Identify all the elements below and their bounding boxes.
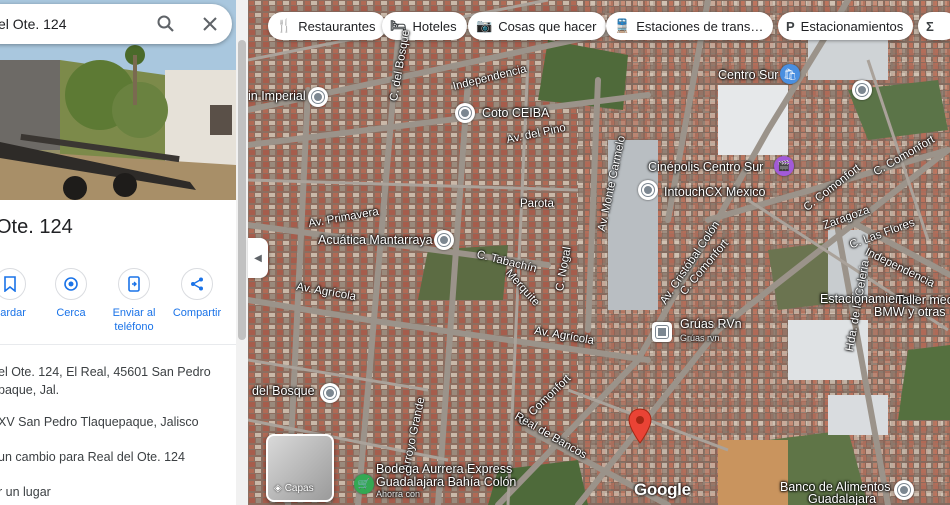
poi-marker[interactable] — [894, 480, 914, 500]
poi-label: Cinépolis Centro Sur — [648, 160, 764, 174]
nearby-label: Cerca — [56, 307, 86, 319]
poi-label: Guadalajara — [808, 492, 877, 505]
place-title: Ote. 124 — [0, 216, 73, 238]
satellite-map[interactable]: 🍴 Restaurantes 🛏 Hoteles 📷 Cosas que hac… — [248, 0, 950, 505]
poi-label: Bodega Aurrera Express — [376, 462, 513, 476]
search-input[interactable]: el Ote. 124 — [0, 16, 67, 32]
poi-label: Guadalajara Bahía Colón — [376, 475, 517, 489]
divider — [0, 344, 236, 345]
layers-button[interactable]: ◈ Capas — [266, 434, 334, 502]
parking-icon: P — [786, 18, 795, 34]
restaurant-icon: 🍴 — [276, 18, 293, 33]
poi-label: Grúas RVn — [680, 317, 742, 331]
filter-restaurants-label: Restaurantes — [298, 18, 376, 34]
shopping-icon[interactable]: 🛍 — [780, 64, 800, 84]
panel-scroll-thumb[interactable] — [238, 40, 246, 340]
poi-sublabel: Grúas rvn — [680, 333, 720, 343]
camera-icon: 📷 — [476, 18, 493, 33]
share-icon — [181, 268, 213, 300]
poi-marker[interactable] — [638, 180, 658, 200]
poi-label: Acuática Mantarraya — [318, 233, 433, 247]
poi-label: Centro Sur — [718, 68, 779, 82]
poi-label: Coto CEIBA — [482, 106, 550, 120]
poi-label: del Bosque — [252, 384, 315, 398]
address-line-2[interactable]: paque, Jal. — [0, 381, 59, 399]
add-place-link[interactable]: r un lugar — [0, 483, 51, 501]
store-icon[interactable]: 🛒 — [354, 474, 374, 494]
location-pin-icon[interactable] — [628, 408, 652, 444]
nearby-button[interactable]: Cerca — [36, 268, 106, 320]
poi-label: in Imperial — [248, 89, 306, 103]
poi-sublabel: Ahorra con — [376, 489, 421, 499]
satellite-imagery — [248, 0, 950, 505]
poi-marker[interactable] — [308, 87, 328, 107]
poi-marker[interactable] — [852, 80, 872, 100]
suggest-edit-link[interactable]: un cambio para Real del Ote. 124 — [0, 448, 185, 466]
bookmark-icon — [0, 268, 26, 300]
search-box[interactable]: el Ote. 124 — [0, 4, 232, 44]
filter-restaurants[interactable]: 🍴 Restaurantes — [268, 12, 386, 40]
business-marker[interactable] — [652, 322, 672, 342]
plus-code[interactable]: XV San Pedro Tlaquepaque, Jalisco — [0, 413, 199, 431]
send-to-phone-button[interactable]: Enviar al teléfono — [99, 268, 169, 334]
poi-label: IntouchCX Mexico — [664, 185, 766, 199]
filter-parking-label: Estacionamientos — [800, 18, 904, 34]
maps-app: el Ote. 124 Ote. 124 uardar Cerca — [0, 0, 950, 505]
layers-icon: ◈ — [274, 483, 282, 494]
poi-marker[interactable] — [434, 230, 454, 250]
google-logo: Google — [634, 480, 691, 499]
send-to-phone-label: Enviar al teléfono — [112, 307, 156, 333]
share-button[interactable]: Compartir — [162, 268, 232, 320]
chevron-left-icon: ◀ — [254, 252, 262, 264]
filter-hotels-label: Hoteles — [412, 18, 457, 34]
filter-things-to-do-label: Cosas que hacer — [498, 18, 597, 34]
layers-label: Capas — [284, 483, 314, 494]
close-icon[interactable] — [200, 14, 220, 34]
filter-transit[interactable]: 🚆 Estaciones de trans… — [606, 12, 774, 40]
transit-icon: 🚆 — [614, 18, 631, 33]
poi-marker[interactable] — [320, 383, 340, 403]
nearby-icon — [55, 268, 87, 300]
send-to-phone-icon — [118, 268, 150, 300]
cinema-icon[interactable]: 🎬 — [774, 156, 794, 176]
filter-more[interactable]: Σ — [918, 12, 950, 40]
collapse-panel-button[interactable]: ◀ — [248, 238, 268, 278]
place-panel: el Ote. 124 Ote. 124 uardar Cerca — [0, 0, 236, 505]
more-filters-icon: Σ — [926, 18, 934, 34]
street-label: Parota — [520, 198, 554, 210]
poi-label: BMW y otras — [874, 305, 946, 319]
address-line-1[interactable]: el Ote. 124, El Real, 45601 San Pedro — [0, 363, 211, 381]
poi-marker[interactable] — [455, 103, 475, 123]
filter-parking[interactable]: P Estacionamientos — [778, 12, 914, 40]
filter-transit-label: Estaciones de trans… — [636, 18, 764, 34]
filter-things-to-do[interactable]: 📷 Cosas que hacer — [468, 12, 607, 40]
layers-label-wrap: ◈ Capas — [274, 483, 314, 494]
share-label: Compartir — [172, 307, 222, 319]
filter-hotels[interactable]: 🛏 Hoteles — [382, 12, 467, 40]
search-icon[interactable] — [156, 14, 176, 34]
